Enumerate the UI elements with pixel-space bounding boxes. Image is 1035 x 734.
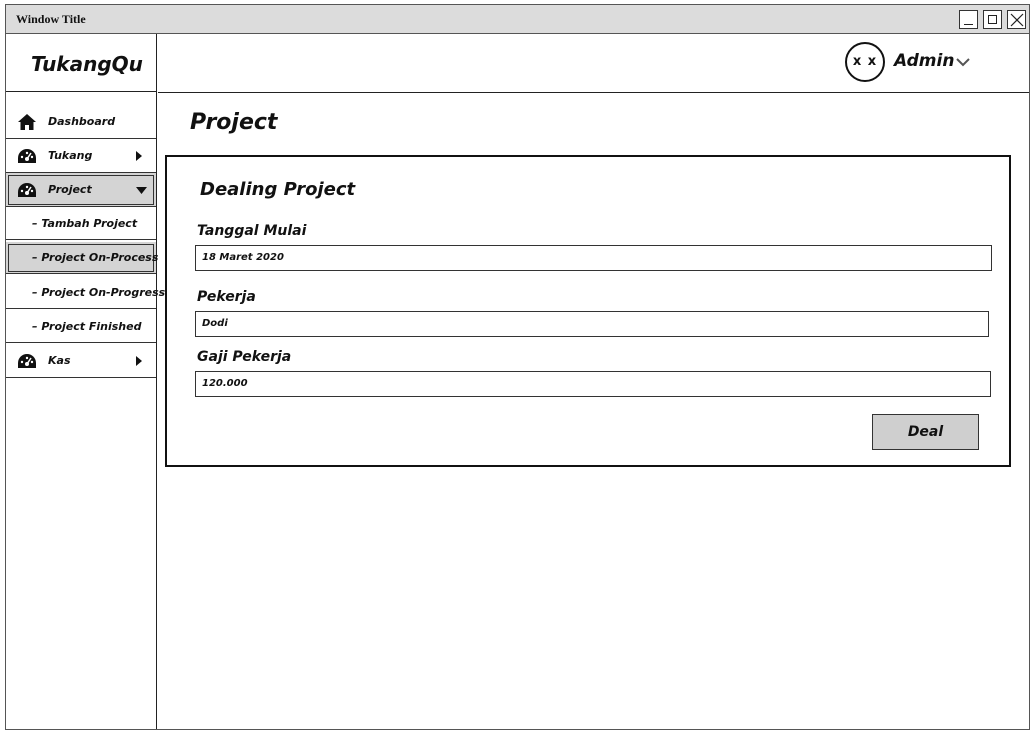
- deal-button-label: Deal: [907, 424, 944, 440]
- sidebar-item-kas[interactable]: Kas: [6, 344, 156, 378]
- submenu-item-project-finished[interactable]: – Project Finished: [6, 311, 156, 343]
- maximize-button[interactable]: [983, 10, 1002, 29]
- avatar[interactable]: x x: [845, 42, 885, 82]
- avatar-text: x x: [852, 54, 878, 69]
- page-title: Project: [190, 110, 278, 135]
- sidebar-item-label: Dashboard: [48, 115, 116, 128]
- submenu-item-label: – Project On-Process: [32, 251, 159, 264]
- gaji-pekerja-field[interactable]: 120.000: [195, 371, 991, 397]
- user-menu-label[interactable]: Admin: [894, 51, 954, 71]
- sidebar-item-label: Kas: [48, 354, 71, 367]
- pekerja-label: Pekerja: [197, 289, 256, 305]
- submenu-item-label: – Project On-Progress: [32, 286, 166, 299]
- window-title: Window Title: [16, 12, 86, 26]
- sidebar-item-project[interactable]: Project: [6, 173, 156, 207]
- sidebar-item-tukang[interactable]: Tukang: [6, 139, 156, 173]
- minimize-button[interactable]: [959, 10, 978, 29]
- gaji-pekerja-value: 120.000: [202, 378, 248, 389]
- home-icon: [18, 114, 36, 130]
- submenu-item-project-on-process[interactable]: – Project On-Process: [6, 242, 159, 274]
- deal-button[interactable]: Deal: [872, 414, 979, 450]
- tanggal-mulai-label: Tanggal Mulai: [197, 223, 307, 239]
- sidebar: TukangQu Dashboard Tukang Project – Tamb…: [6, 34, 165, 729]
- pekerja-value: Dodi: [202, 318, 228, 329]
- top-header: x x Admin: [158, 34, 1029, 93]
- chevron-right-icon: [136, 356, 142, 366]
- chevron-down-icon[interactable]: [956, 58, 970, 67]
- dashboard-gauge-icon: [18, 354, 36, 368]
- gaji-pekerja-label: Gaji Pekerja: [197, 349, 292, 365]
- dashboard-gauge-icon: [18, 183, 36, 197]
- submenu-item-project-on-progress[interactable]: – Project On-Progress: [6, 277, 165, 309]
- pekerja-field[interactable]: Dodi: [195, 311, 989, 337]
- submenu-item-label: – Project Finished: [32, 320, 142, 333]
- chevron-down-icon: [136, 187, 147, 194]
- brand-logo: TukangQu: [6, 34, 156, 92]
- sidebar-item-label: Project: [48, 183, 92, 196]
- close-button[interactable]: [1007, 10, 1026, 29]
- dealing-project-card: Dealing Project Tanggal Mulai 18 Maret 2…: [165, 155, 1011, 467]
- close-icon: [1010, 13, 1024, 27]
- tanggal-mulai-field[interactable]: 18 Maret 2020: [195, 245, 992, 271]
- title-bar: Window Title: [6, 5, 1029, 34]
- sidebar-item-dashboard[interactable]: Dashboard: [6, 105, 156, 139]
- chevron-right-icon: [136, 151, 142, 161]
- tanggal-mulai-value: 18 Maret 2020: [202, 252, 284, 263]
- submenu-item-label: – Tambah Project: [32, 217, 138, 230]
- brand-name: TukangQu: [31, 52, 143, 76]
- dashboard-gauge-icon: [18, 149, 36, 163]
- submenu-item-tambah-project[interactable]: – Tambah Project: [6, 208, 156, 240]
- card-title: Dealing Project: [200, 179, 356, 200]
- sidebar-item-label: Tukang: [48, 149, 93, 162]
